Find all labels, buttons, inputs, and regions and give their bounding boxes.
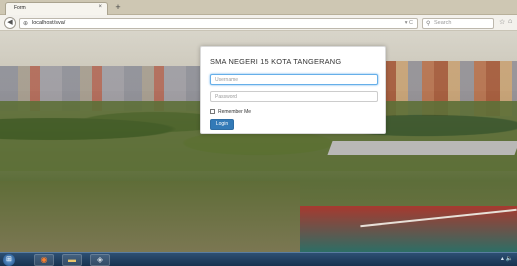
address-bar[interactable]: ⊕ localhost/sva/ ▾ C (19, 18, 418, 29)
remember-me-checkbox[interactable] (210, 109, 215, 114)
remember-me-label[interactable]: Remember Me (218, 109, 251, 115)
back-arrow-icon[interactable]: ◀ (4, 17, 16, 29)
windows-icon: ⊞ (6, 256, 12, 263)
search-icon: ⚲ (426, 21, 431, 27)
login-title: SMA NEGERI 15 KOTA TANGERANG (210, 57, 342, 66)
reload-icon[interactable]: ▾ C (405, 20, 413, 26)
login-button[interactable]: Login (210, 119, 234, 130)
app-icon[interactable]: ◈ (90, 254, 110, 266)
start-button[interactable]: ⊞ (3, 254, 15, 266)
login-panel: SMA NEGERI 15 KOTA TANGERANG Remember Me… (200, 46, 386, 134)
close-tab-icon[interactable]: × (98, 4, 102, 10)
new-tab-button[interactable]: + (113, 2, 123, 13)
navigation-bar: ◀ ⊕ localhost/sva/ ▾ C ⚲ Search ☆ ⌂ (0, 15, 517, 31)
url-text[interactable]: localhost/sva/ (32, 20, 65, 26)
firefox-icon[interactable]: ◉ (34, 254, 54, 266)
home-icon[interactable]: ⌂ (508, 18, 512, 25)
globe-icon: ⊕ (23, 21, 29, 27)
tab-title: Form (14, 5, 26, 11)
system-tray[interactable]: ▴ 🔈 (501, 255, 513, 262)
search-bar[interactable]: ⚲ Search (422, 18, 494, 29)
background-shelter (327, 141, 517, 155)
password-input[interactable] (210, 91, 378, 102)
background-ground (0, 181, 300, 252)
folder-icon[interactable]: ▬ (62, 254, 82, 266)
browser-tab-strip: Form × + (0, 0, 517, 15)
star-icon[interactable]: ☆ (499, 18, 505, 26)
browser-tab[interactable]: Form × (5, 2, 108, 15)
taskbar: ⊞ ◉ ▬ ◈ ▴ 🔈 (0, 252, 517, 266)
remember-me-row[interactable]: Remember Me (210, 108, 251, 115)
search-placeholder: Search (434, 20, 452, 26)
username-input[interactable] (210, 74, 378, 85)
